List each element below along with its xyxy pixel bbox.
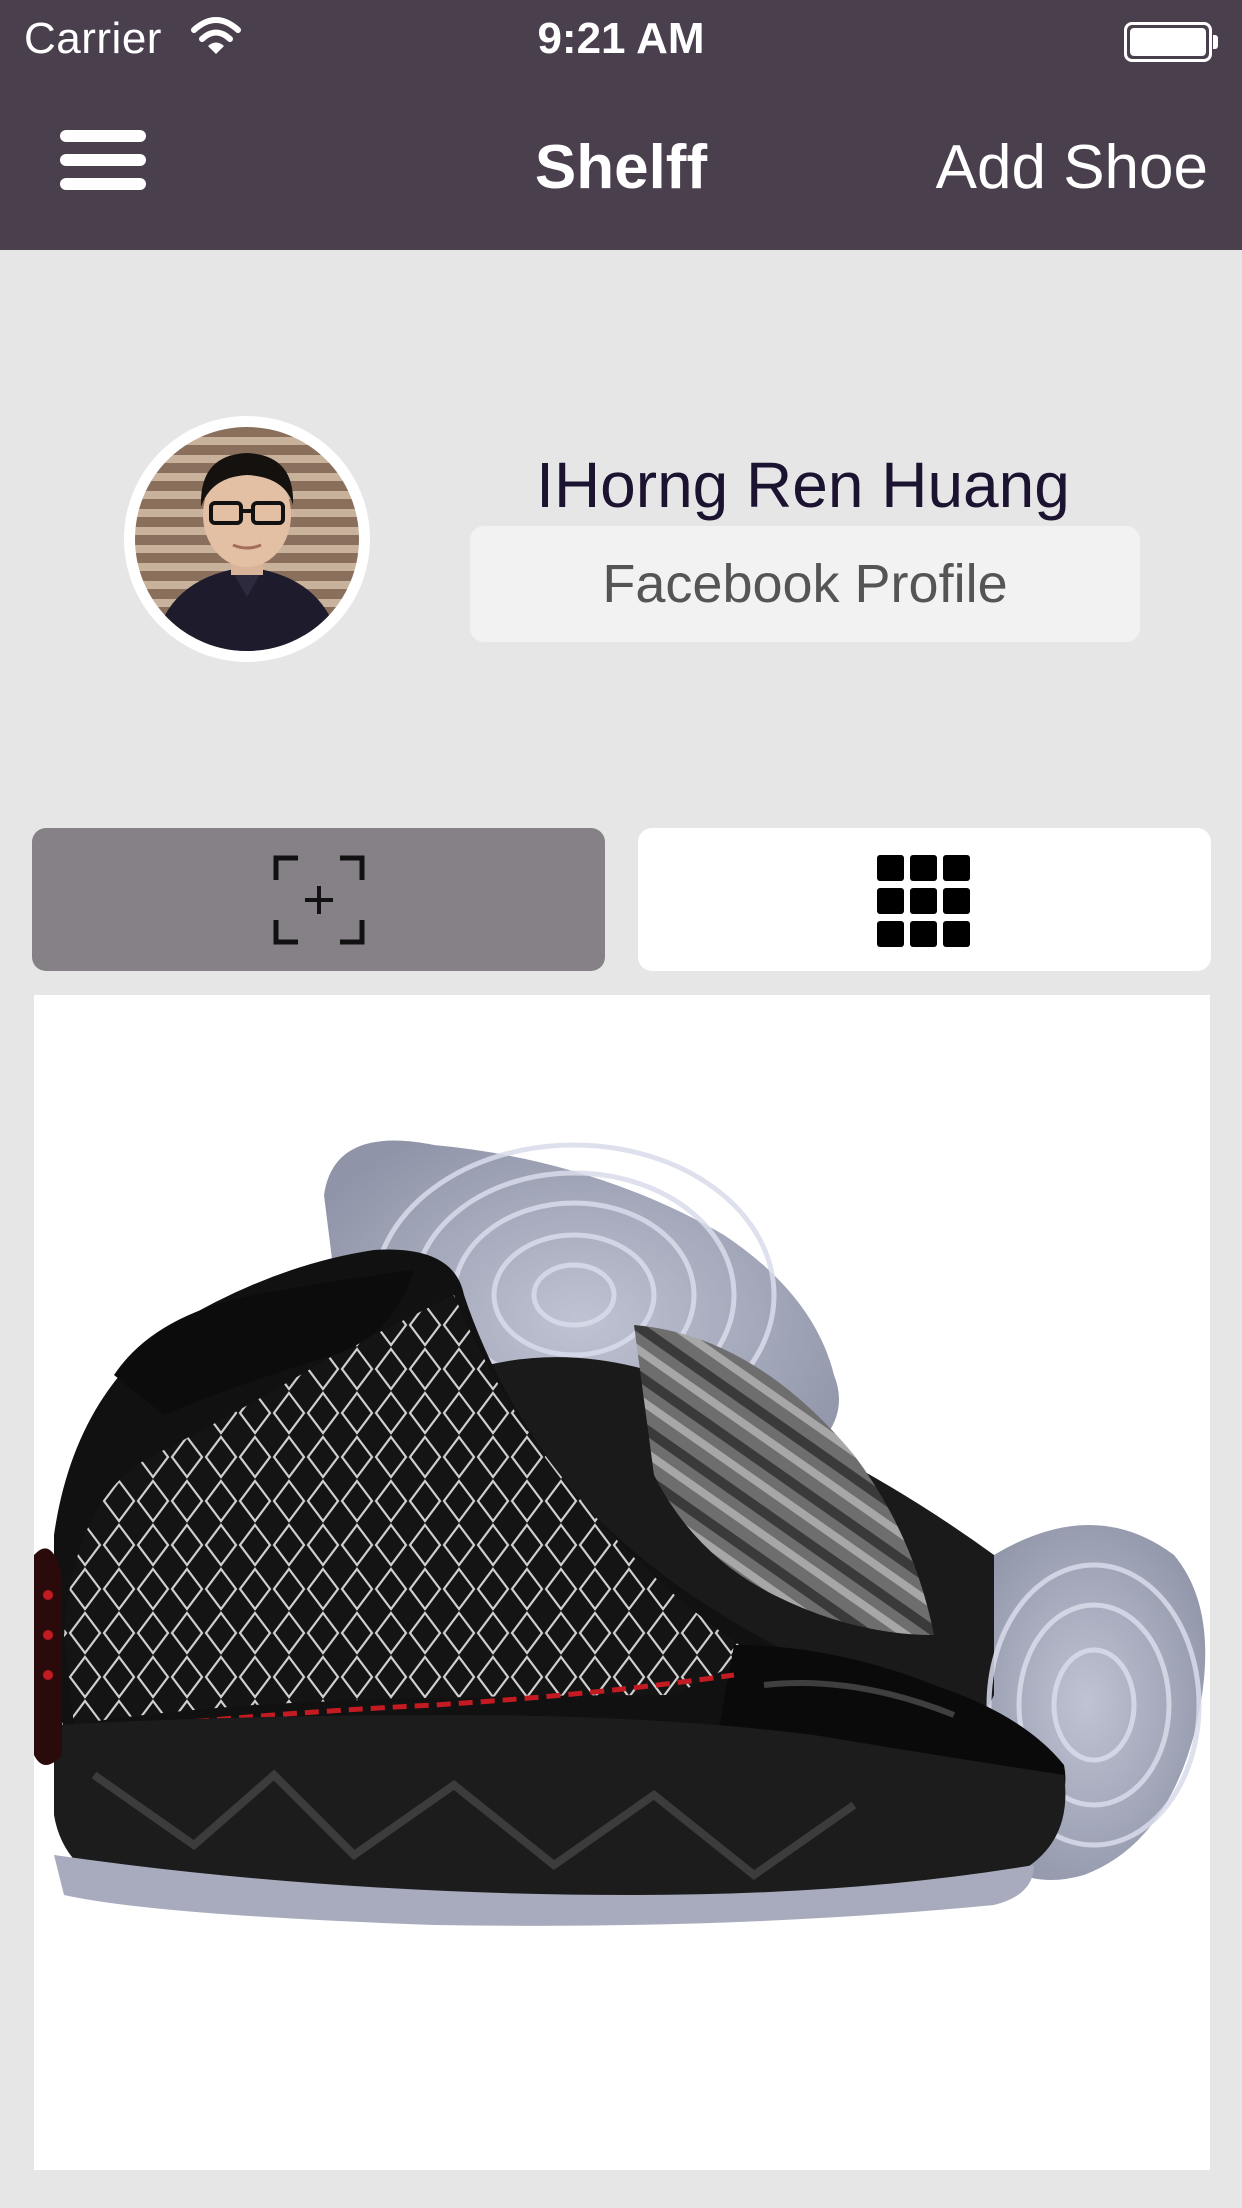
navigation-bar: Shelff Add Shoe xyxy=(0,84,1242,250)
top-bar: Carrier 9:21 AM Shelff Add Shoe xyxy=(0,0,1242,250)
segment-grid[interactable] xyxy=(638,828,1211,971)
scan-add-icon xyxy=(273,855,365,945)
segment-scan[interactable] xyxy=(32,828,605,971)
grid-icon xyxy=(877,855,970,947)
profile-name: IHorng Ren Huang xyxy=(536,449,1070,521)
shoe-illustration xyxy=(34,1140,1206,1926)
status-time: 9:21 AM xyxy=(537,14,705,63)
add-shoe-button[interactable]: Add Shoe xyxy=(936,132,1208,203)
facebook-profile-button[interactable]: Facebook Profile xyxy=(470,526,1140,642)
shoe-image[interactable] xyxy=(34,995,1210,2170)
avatar xyxy=(124,416,370,662)
avatar-photo xyxy=(135,427,359,651)
battery-icon xyxy=(1124,22,1218,62)
status-bar: Carrier 9:21 AM xyxy=(0,0,1242,84)
